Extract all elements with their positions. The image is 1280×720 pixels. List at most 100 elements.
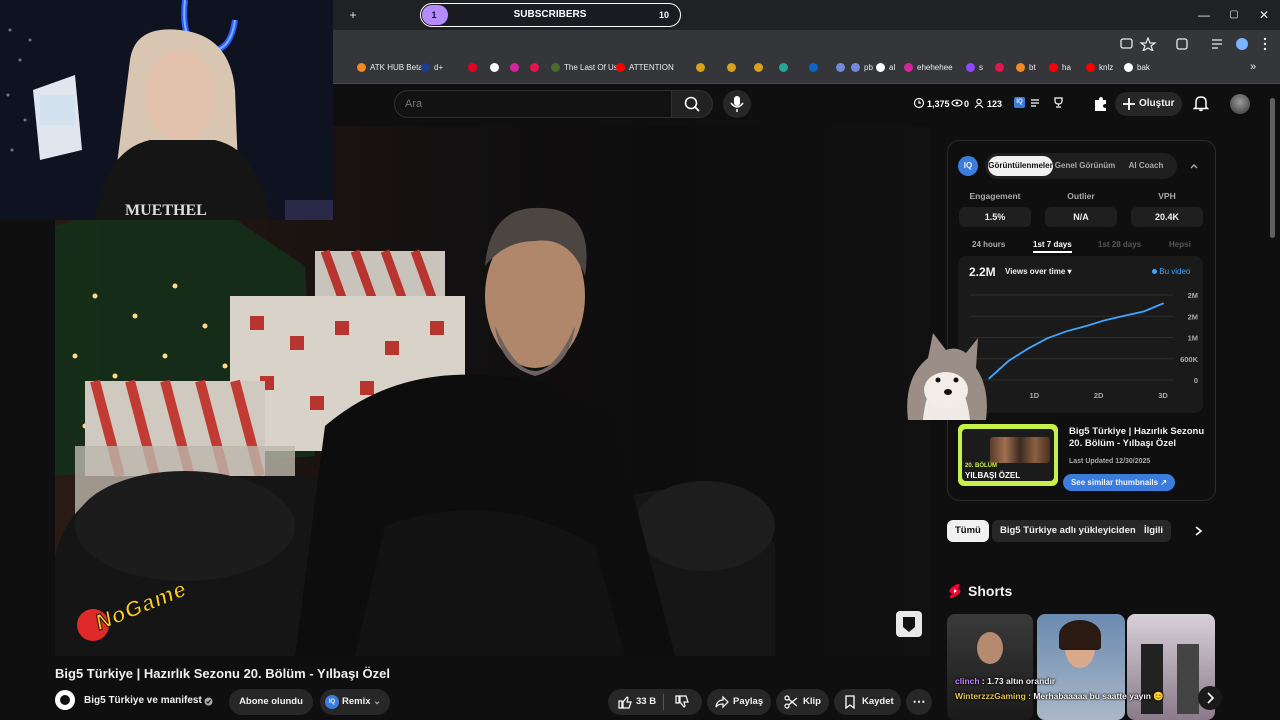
- remix-button[interactable]: IQ Remix ⌄: [320, 689, 390, 715]
- media-icon: [1212, 39, 1222, 49]
- bookmark-label: al: [889, 63, 896, 72]
- short-card-2[interactable]: [1037, 614, 1125, 720]
- new-tab-button[interactable]: +: [345, 8, 361, 22]
- bookmark-item[interactable]: bt: [1016, 63, 1036, 72]
- header-stat-views: 1,375: [927, 99, 950, 109]
- bookmark-favicon-icon: [1016, 63, 1025, 72]
- period-all[interactable]: Hepsi: [1169, 240, 1191, 249]
- video-thumbnail[interactable]: 20. BÖLÜM YILBAŞI ÖZEL: [958, 424, 1058, 486]
- chips-next-chevron-icon[interactable]: [1192, 525, 1204, 537]
- save-button[interactable]: Kaydet: [834, 689, 901, 715]
- bookmark-label: d+: [434, 63, 444, 72]
- thumbnail-people: [990, 437, 1050, 463]
- tab-overview[interactable]: Genel Görünüm: [1054, 156, 1116, 176]
- thumbs-up-icon: [618, 696, 632, 709]
- metric-engagement-value: 1.5%: [959, 207, 1031, 227]
- bookmark-item[interactable]: d+: [421, 63, 443, 72]
- shorts-next-button[interactable]: [1198, 686, 1222, 710]
- chevron-down-icon: ▾: [1065, 267, 1072, 276]
- bookmark-item[interactable]: ehehehee: [904, 63, 953, 72]
- webcam-frame: MUETHEL: [0, 0, 333, 220]
- search-icon: [684, 96, 700, 112]
- bookmark-favicon-icon: [696, 63, 705, 72]
- period-24-hours[interactable]: 24 hours: [972, 240, 1005, 249]
- bookmark-item[interactable]: ATK HUB Beta: [357, 63, 423, 72]
- thumbs-down-icon[interactable]: [675, 695, 689, 709]
- bookmark-label: ATTENTION: [629, 63, 674, 72]
- legend-dot: [1152, 269, 1157, 275]
- bookmark-item[interactable]: bak: [1124, 63, 1150, 72]
- like-button[interactable]: 33 B: [608, 689, 662, 715]
- users-icon: [974, 98, 984, 109]
- chart-legend: Bu video: [1152, 267, 1190, 276]
- bookmark-item[interactable]: [510, 63, 523, 72]
- metric-vph-label: VPH: [1158, 191, 1176, 201]
- share-button[interactable]: Paylaş: [707, 689, 771, 715]
- chat-text-1: : 1.73 altın orandır: [979, 676, 1056, 686]
- bookmark-item[interactable]: [727, 63, 740, 72]
- period-7-days[interactable]: 1st 7 days: [1033, 240, 1072, 249]
- bookmark-item[interactable]: knlz: [1086, 63, 1113, 72]
- chip-related[interactable]: İlgili: [1136, 520, 1171, 542]
- bookmark-item[interactable]: [995, 63, 1008, 72]
- menu-icon: [1263, 37, 1267, 41]
- bookmark-favicon-icon: [530, 63, 539, 72]
- bookmark-item[interactable]: [836, 63, 849, 72]
- bookmark-item[interactable]: s: [966, 63, 983, 72]
- star-icon: [1139, 37, 1157, 51]
- bookmark-item[interactable]: [530, 63, 543, 72]
- bookmarks-more-button[interactable]: »: [1250, 61, 1256, 73]
- list-icon[interactable]: [1029, 97, 1041, 109]
- voice-search-button[interactable]: [723, 90, 751, 118]
- bookmark-item[interactable]: [490, 63, 503, 72]
- bookmark-item[interactable]: al: [876, 63, 895, 72]
- avatar[interactable]: [1230, 94, 1250, 114]
- subscribe-button[interactable]: Abone olundu: [229, 689, 313, 715]
- page-scrollbar[interactable]: [1270, 98, 1275, 238]
- chip-uploader[interactable]: Big5 Türkiye adlı yükleyiciden: [992, 520, 1144, 542]
- collapse-chevron-icon[interactable]: [1189, 161, 1199, 171]
- chart-metric-dropdown[interactable]: Views over time ▾: [1005, 267, 1072, 276]
- short-card-1[interactable]: [947, 614, 1033, 720]
- thumbnail-caption-1: 20. BÖLÜM: [965, 463, 998, 469]
- search-input[interactable]: [394, 90, 672, 118]
- watermark-text: NoGame: [91, 575, 191, 636]
- channel-name[interactable]: Big5 Türkiye ve manifest: [84, 695, 202, 706]
- bookmark-item[interactable]: ha: [1049, 63, 1071, 72]
- puzzle-icon[interactable]: [1092, 95, 1109, 112]
- bookmark-favicon-icon: [1124, 63, 1133, 72]
- bookmark-item[interactable]: [754, 63, 767, 72]
- tab-ai-coach[interactable]: AI Coach: [1120, 156, 1172, 176]
- bookmark-item[interactable]: pb: [851, 63, 873, 72]
- bookmark-favicon-icon: [966, 63, 975, 72]
- bookmark-item[interactable]: [779, 63, 792, 72]
- bookmark-icon: [845, 695, 855, 709]
- bookmark-item[interactable]: ATTENTION: [616, 63, 674, 72]
- short-3-person-2: [1177, 644, 1199, 714]
- channel-avatar[interactable]: [55, 690, 75, 710]
- bookmark-favicon-icon: [468, 63, 477, 72]
- bookmark-label: The Last Of Us: [564, 63, 618, 72]
- vidiq-badge: IQ: [958, 156, 978, 176]
- close-window-button[interactable]: ✕: [1256, 8, 1272, 22]
- bookmark-favicon-icon: [851, 63, 860, 72]
- see-similar-thumbnails-button[interactable]: See similar thumbnails ↗: [1063, 474, 1175, 491]
- bookmark-item[interactable]: The Last Of Us: [551, 63, 618, 72]
- chip-all[interactable]: Tümü: [947, 520, 989, 542]
- period-28-days[interactable]: 1st 28 days: [1098, 240, 1141, 249]
- vidiq-remix-icon: IQ: [325, 695, 339, 709]
- tab-views[interactable]: Görüntülenmeler: [988, 156, 1053, 176]
- maximize-button[interactable]: ▢: [1226, 8, 1242, 22]
- create-button[interactable]: Oluştur: [1115, 92, 1182, 116]
- bookmark-item[interactable]: [809, 63, 822, 72]
- bookmark-item[interactable]: [696, 63, 709, 72]
- search-button[interactable]: [671, 90, 713, 118]
- more-actions-button[interactable]: ⋯: [906, 689, 932, 715]
- minimize-button[interactable]: —: [1196, 8, 1212, 22]
- bell-icon[interactable]: [1192, 94, 1210, 112]
- vidiq-icon[interactable]: IQ: [1014, 97, 1025, 108]
- trophy-icon[interactable]: [1052, 96, 1065, 109]
- bookmark-item[interactable]: [468, 63, 481, 72]
- clip-button[interactable]: Klip: [776, 689, 829, 715]
- bookmark-favicon-icon: [421, 63, 430, 72]
